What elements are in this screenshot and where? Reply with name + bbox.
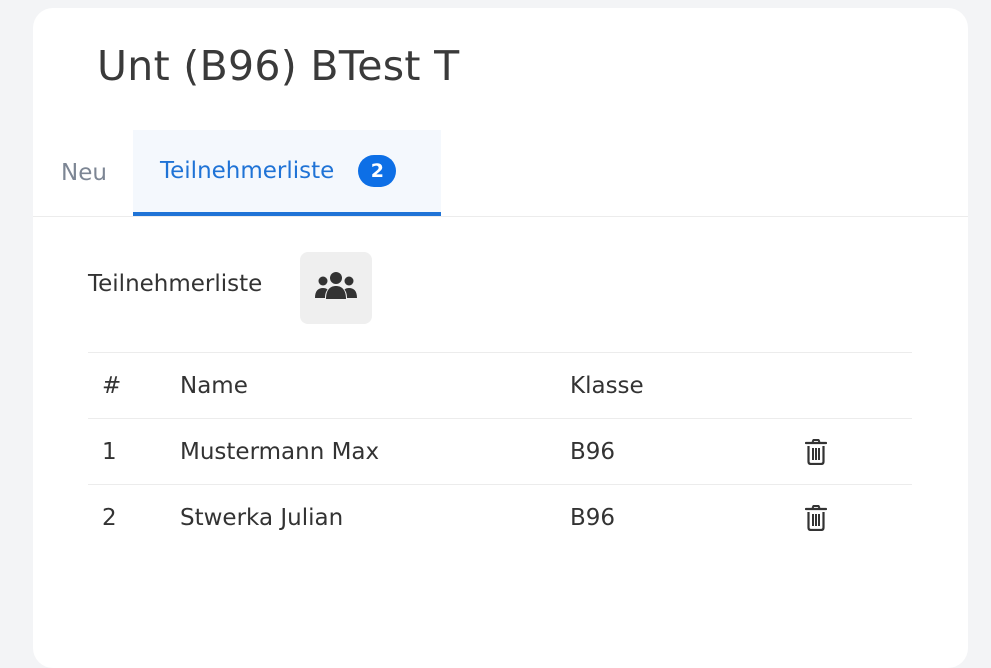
header-klasse: Klasse [570,373,644,399]
participants-table: # Name Klasse 1 Mustermann Max B96 2 Stw… [88,352,912,550]
row-num: 1 [102,439,117,465]
participants-group-button[interactable] [300,252,372,324]
row-klasse: B96 [570,439,616,465]
row-name: Stwerka Julian [180,505,344,531]
row-name: Mustermann Max [180,439,380,465]
tab-neu[interactable]: Neu [33,130,133,216]
users-group-icon [314,269,358,307]
tab-teilnehmerliste-label: Teilnehmerliste [160,158,335,184]
trash-icon[interactable] [805,505,827,531]
tab-bar: Neu Teilnehmerliste 2 [33,130,968,217]
tab-teilnehmerliste[interactable]: Teilnehmerliste 2 [133,130,441,216]
row-num: 2 [102,505,117,531]
delete-button[interactable] [805,419,827,485]
table-row: 2 Stwerka Julian B96 [88,484,912,550]
header-name: Name [180,373,248,399]
delete-button[interactable] [805,485,827,551]
header-num: # [102,373,122,399]
section-label: Teilnehmerliste [88,271,263,297]
page-title: Unt (B96) BTest T [97,42,460,90]
tab-neu-label: Neu [61,160,107,186]
table-row: 1 Mustermann Max B96 [88,418,912,484]
course-card: Unt (B96) BTest T Neu Teilnehmerliste 2 … [33,8,968,668]
row-klasse: B96 [570,505,616,531]
trash-icon[interactable] [805,439,827,465]
count-badge: 2 [358,155,397,187]
table-header-row: # Name Klasse [88,352,912,418]
